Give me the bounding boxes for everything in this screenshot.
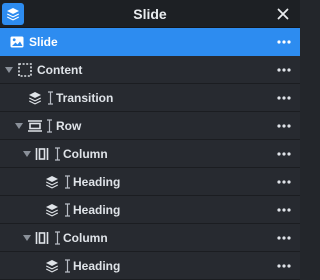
more-dots-icon[interactable] [276,91,292,105]
tree-item-label: Heading [73,175,121,189]
more-dots-icon[interactable] [276,231,292,245]
more-dots-icon[interactable] [276,175,292,189]
tree-item-heading[interactable]: Heading [0,168,300,196]
chevron-down-icon[interactable] [22,233,32,243]
tree-item-label: Heading [73,259,121,273]
text-cursor-icon [47,91,54,105]
text-cursor-icon [54,147,61,161]
layers-icon [28,91,42,105]
text-cursor-icon [54,231,61,245]
text-cursor-icon [64,175,71,189]
layers-icon [45,175,59,189]
tree-item-column[interactable]: Column [0,224,300,252]
image-icon [10,35,24,49]
chevron-down-icon[interactable] [4,65,14,75]
tree-item-label: Transition [56,91,114,105]
more-dots-icon[interactable] [276,63,292,77]
tree-item-heading[interactable]: Heading [0,252,300,280]
more-dots-icon[interactable] [276,147,292,161]
chevron-down-icon[interactable] [14,121,24,131]
tree-item-row[interactable]: Row [0,112,300,140]
more-dots-icon[interactable] [276,35,292,49]
layers-icon [6,7,20,21]
dashed-box-icon [18,63,32,77]
more-dots-icon[interactable] [276,203,292,217]
column-icon [35,231,49,245]
layers-toggle-button[interactable] [2,3,24,25]
text-cursor-icon [64,259,71,273]
tree-item-heading[interactable]: Heading [0,196,300,224]
tree-item-label: Row [56,119,82,133]
text-cursor-icon [46,119,53,133]
row-icon [27,119,43,133]
tree-item-label: Column [63,147,108,161]
tree-item-column[interactable]: Column [0,140,300,168]
text-cursor-icon [64,203,71,217]
more-dots-icon[interactable] [276,119,292,133]
tree-item-label: Heading [73,203,121,217]
tree-item-label: Slide [29,35,58,49]
layer-tree: Slide Content Transition Row Column Head… [0,28,300,280]
layers-panel: Slide Slide Content Transition Row Colum… [0,0,300,280]
more-dots-icon[interactable] [276,259,292,273]
tree-item-label: Column [63,231,108,245]
tree-item-slide[interactable]: Slide [0,28,300,56]
tree-item-label: Content [37,63,83,77]
layers-icon [45,203,59,217]
chevron-down-icon[interactable] [22,149,32,159]
close-button[interactable] [274,5,292,23]
tree-item-transition[interactable]: Transition [0,84,300,112]
panel-header: Slide [0,0,300,28]
layers-icon [45,259,59,273]
column-icon [35,147,49,161]
panel-title: Slide [133,6,167,22]
tree-item-content[interactable]: Content [0,56,300,84]
close-icon [277,8,289,20]
